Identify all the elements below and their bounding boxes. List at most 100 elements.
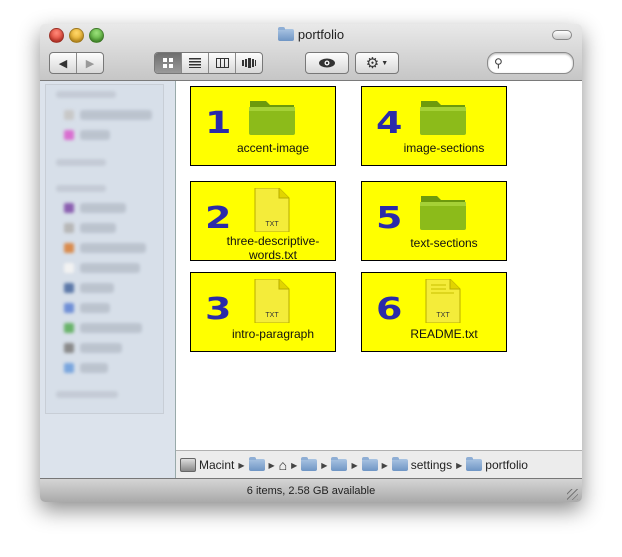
txt-badge: TXT bbox=[265, 221, 279, 228]
path-item-settings[interactable]: settings bbox=[391, 457, 453, 472]
sidebar-item-icon bbox=[64, 263, 74, 273]
file-item-image-sections[interactable]: 4 image-sections bbox=[361, 86, 507, 166]
path-bar: Macint ▶ ▶ ⌂ ▶ ▶ ▶ ▶ settings ▶ portfoli… bbox=[176, 450, 582, 479]
icon-view-button[interactable] bbox=[155, 53, 182, 73]
sidebar-item[interactable] bbox=[80, 263, 140, 273]
sidebar-item[interactable] bbox=[80, 243, 146, 253]
item-label: three-descriptive-words.txt bbox=[226, 234, 320, 262]
sidebar-item-icon bbox=[64, 130, 74, 140]
sidebar-item[interactable] bbox=[80, 343, 122, 353]
home-icon: ⌂ bbox=[278, 457, 288, 473]
path-item-home[interactable]: ⌂ bbox=[279, 457, 287, 473]
finder-window: portfolio ◀ ▶ ⚙ ▼ ⚲ 1 accent-image 4 ima… bbox=[40, 24, 582, 502]
sidebar-item[interactable] bbox=[80, 283, 114, 293]
path-item-label: Macint bbox=[199, 458, 235, 472]
list-view-button[interactable] bbox=[182, 53, 209, 73]
file-item-readme[interactable]: 6 TXT README.txt bbox=[361, 272, 507, 352]
sidebar-item[interactable] bbox=[80, 110, 152, 120]
path-item-label: portfolio bbox=[485, 458, 528, 472]
sidebar-item-icon bbox=[64, 343, 74, 353]
sidebar-item[interactable] bbox=[80, 303, 110, 313]
list-view-icon bbox=[189, 58, 201, 68]
sidebar bbox=[40, 81, 176, 478]
gear-icon: ⚙ bbox=[365, 54, 380, 72]
eye-icon bbox=[319, 58, 335, 68]
txt-badge: TXT bbox=[265, 312, 279, 319]
sidebar-blurred-panel bbox=[45, 84, 164, 414]
item-label: intro-paragraph bbox=[231, 327, 315, 341]
folder-icon bbox=[331, 457, 348, 471]
resize-grip-icon[interactable] bbox=[567, 489, 578, 500]
text-file-icon: TXT bbox=[254, 279, 290, 323]
file-item-accent-image[interactable]: 1 accent-image bbox=[190, 86, 336, 166]
status-text: 6 items, 2.58 GB available bbox=[246, 485, 376, 497]
user-folder-icon bbox=[248, 457, 265, 471]
status-bar: 6 items, 2.58 GB available bbox=[40, 478, 582, 502]
sidebar-section-shared bbox=[56, 159, 106, 166]
sidebar-item-icon bbox=[64, 363, 74, 373]
path-separator-icon: ▶ bbox=[321, 460, 328, 470]
column-view-icon bbox=[215, 58, 229, 68]
window-title: portfolio bbox=[40, 26, 582, 42]
view-mode-segment bbox=[154, 52, 263, 74]
path-separator-icon: ▶ bbox=[456, 460, 463, 470]
file-item-text-sections[interactable]: 5 text-sections bbox=[361, 181, 507, 261]
item-number: 1 bbox=[205, 105, 231, 141]
item-label: README.txt bbox=[410, 327, 478, 341]
back-button[interactable]: ◀ bbox=[50, 53, 77, 73]
path-separator-icon: ▶ bbox=[381, 460, 388, 470]
path-separator-icon: ▶ bbox=[268, 460, 275, 470]
path-separator-icon: ▶ bbox=[238, 460, 245, 470]
sidebar-section-devices bbox=[56, 91, 116, 98]
sidebar-item[interactable] bbox=[80, 323, 142, 333]
search-icon: ⚲ bbox=[494, 56, 503, 70]
sidebar-item[interactable] bbox=[80, 363, 108, 373]
forward-arrow-icon: ▶ bbox=[85, 57, 95, 70]
search-field[interactable]: ⚲ bbox=[487, 52, 574, 74]
text-file-icon: TXT bbox=[254, 188, 290, 232]
folder-icon bbox=[420, 196, 466, 230]
path-item-user[interactable] bbox=[248, 457, 265, 471]
folder-icon bbox=[277, 26, 294, 41]
toolbar: portfolio ◀ ▶ ⚙ ▼ ⚲ bbox=[40, 24, 582, 81]
path-item-sites[interactable] bbox=[301, 457, 318, 471]
folder-icon bbox=[361, 457, 378, 471]
quicklook-button[interactable] bbox=[306, 53, 348, 73]
item-number: 4 bbox=[376, 105, 402, 141]
sidebar-section-places bbox=[56, 185, 106, 192]
file-item-three-descriptive-words[interactable]: 2 TXT three-descriptive-words.txt bbox=[190, 181, 336, 262]
folder-icon bbox=[249, 101, 295, 135]
coverflow-view-icon bbox=[242, 58, 256, 68]
path-item-label: settings bbox=[410, 458, 453, 472]
window-title-text: portfolio bbox=[297, 27, 345, 42]
sidebar-item-icon bbox=[64, 283, 74, 293]
sidebar-item[interactable] bbox=[80, 130, 110, 140]
sidebar-section-search bbox=[56, 391, 118, 398]
path-item-folder[interactable] bbox=[331, 457, 348, 471]
path-item-folder[interactable] bbox=[361, 457, 378, 471]
action-menu-button[interactable]: ⚙ ▼ bbox=[356, 53, 398, 73]
chevron-down-icon: ▼ bbox=[381, 59, 389, 67]
search-input[interactable] bbox=[508, 55, 570, 71]
path-item-portfolio[interactable]: portfolio bbox=[466, 457, 528, 472]
sidebar-item-icon bbox=[64, 223, 74, 233]
file-item-intro-paragraph[interactable]: 3 TXT intro-paragraph bbox=[190, 272, 336, 352]
forward-button[interactable]: ▶ bbox=[77, 53, 103, 73]
item-number: 5 bbox=[376, 200, 402, 236]
path-separator-icon: ▶ bbox=[351, 460, 358, 470]
sidebar-item-icon bbox=[64, 303, 74, 313]
path-item-disk[interactable]: Macint bbox=[180, 458, 234, 472]
item-number: 2 bbox=[205, 200, 231, 236]
coverflow-view-button[interactable] bbox=[236, 53, 262, 73]
hard-disk-icon bbox=[180, 458, 196, 472]
item-label: accent-image bbox=[236, 141, 310, 155]
sidebar-item[interactable] bbox=[80, 223, 116, 233]
toolbar-toggle-button[interactable] bbox=[552, 30, 572, 40]
txt-badge: TXT bbox=[436, 312, 450, 319]
sidebar-item-icon bbox=[64, 323, 74, 333]
column-view-button[interactable] bbox=[209, 53, 236, 73]
item-label: image-sections bbox=[403, 141, 485, 155]
sidebar-item-icon bbox=[64, 203, 74, 213]
text-file-icon: TXT bbox=[425, 279, 461, 323]
sidebar-item[interactable] bbox=[80, 203, 126, 213]
